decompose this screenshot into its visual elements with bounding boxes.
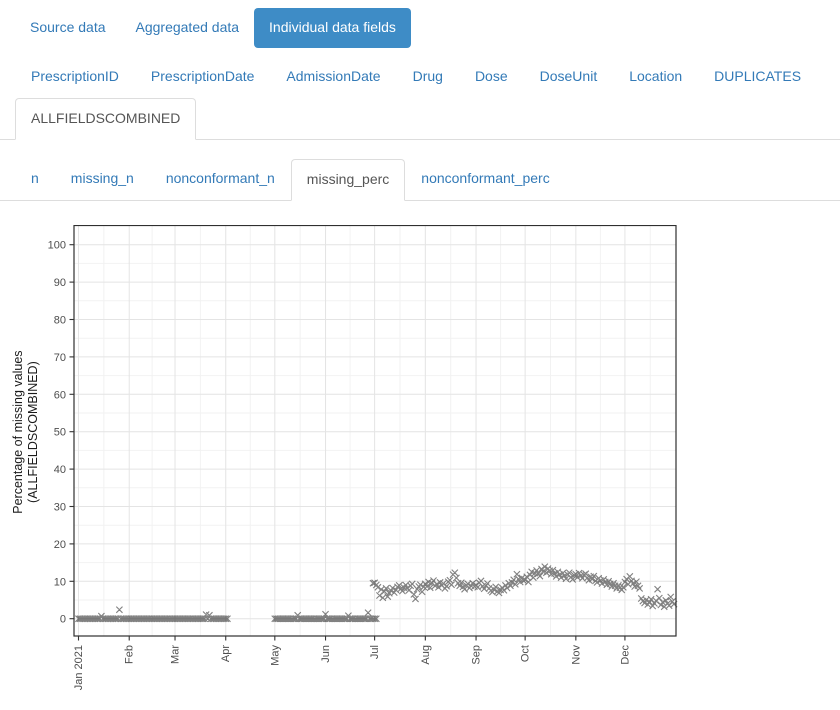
tab-location[interactable]: Location [613,56,698,98]
dataset-level-tabs: Source data Aggregated data Individual d… [0,0,840,48]
svg-text:Dec: Dec [619,644,631,664]
tab-prescriptiondate[interactable]: PrescriptionDate [135,56,271,98]
tab-drug[interactable]: Drug [397,56,459,98]
tab-duplicates[interactable]: DUPLICATES [698,56,817,98]
tab-doseunit[interactable]: DoseUnit [524,56,614,98]
tab-admissiondate[interactable]: AdmissionDate [270,56,396,98]
tab-nonconformant-perc[interactable]: nonconformant_perc [405,158,565,200]
svg-text:Sep: Sep [471,645,483,665]
svg-text:0: 0 [60,614,66,626]
tab-source-data[interactable]: Source data [15,8,121,48]
svg-text:30: 30 [54,501,66,513]
svg-text:50: 50 [54,427,66,439]
tab-individual-data-fields[interactable]: Individual data fields [254,8,411,48]
tab-aggregated-data[interactable]: Aggregated data [121,8,255,48]
svg-text:Feb: Feb [124,645,136,664]
svg-text:100: 100 [48,240,66,252]
field-tabs-row-2: ALLFIELDSCOMBINED [0,98,840,140]
svg-text:10: 10 [54,576,66,588]
svg-text:Apr: Apr [220,645,232,662]
svg-text:Jun: Jun [320,645,332,663]
svg-text:20: 20 [54,539,66,551]
tab-missing-n[interactable]: missing_n [55,158,150,200]
tab-dose[interactable]: Dose [459,56,524,98]
svg-text:Jan 2021: Jan 2021 [73,645,85,690]
metric-tabs: n missing_n nonconformant_n missing_perc… [0,158,840,201]
tab-nonconformant-n[interactable]: nonconformant_n [150,158,291,200]
svg-text:May: May [269,644,281,665]
svg-text:(ALLFIELDSCOMBINED): (ALLFIELDSCOMBINED) [26,361,40,503]
svg-text:40: 40 [54,464,66,476]
svg-text:Nov: Nov [570,644,582,664]
svg-text:Percentage of missing values: Percentage of missing values [11,350,25,513]
svg-text:Oct: Oct [520,645,532,662]
svg-text:80: 80 [54,314,66,326]
missing-perc-scatter-plot: 0 10 20 30 40 50 60 70 80 90 100 Jan 2021 Feb Mar Apr M… [0,225,700,707]
tab-allfieldscombined[interactable]: ALLFIELDSCOMBINED [15,98,196,140]
svg-text:60: 60 [54,389,66,401]
svg-text:Mar: Mar [170,645,182,664]
tab-n[interactable]: n [15,158,55,200]
svg-text:90: 90 [54,277,66,289]
tab-missing-perc[interactable]: missing_perc [291,159,405,201]
svg-text:Jul: Jul [369,645,381,659]
field-tabs-row-1: PrescriptionID PrescriptionDate Admissio… [0,56,840,98]
tab-prescriptionid[interactable]: PrescriptionID [15,56,135,98]
svg-text:Aug: Aug [420,645,432,665]
missing-perc-chart: 0 10 20 30 40 50 60 70 80 90 100 Jan 2021 Feb Mar Apr M… [0,225,840,710]
svg-text:70: 70 [54,352,66,364]
